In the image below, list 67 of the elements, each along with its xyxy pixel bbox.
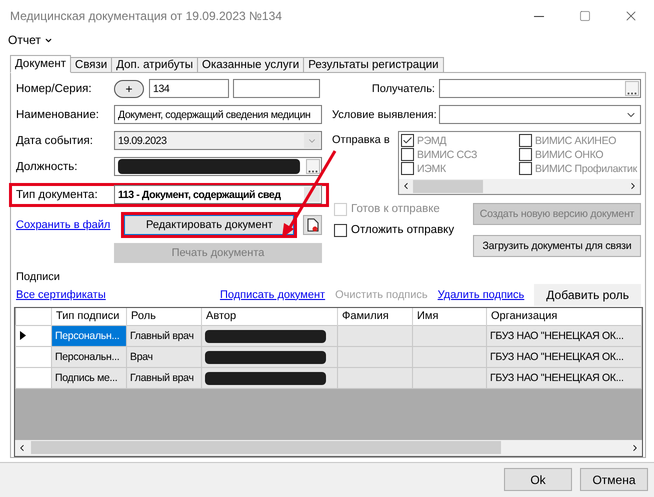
browse-button[interactable]: [625, 81, 639, 96]
dropdown-icon: [304, 133, 320, 148]
checkbox-label: ВИМИС Профилактик: [535, 162, 637, 175]
add-role-button[interactable]: Добавить роль: [534, 284, 641, 306]
column-header[interactable]: Фамилия: [338, 308, 412, 326]
condition-dropdown[interactable]: [439, 105, 641, 124]
add-button[interactable]: +: [114, 80, 144, 98]
tab[interactable]: Оказанные услуги: [197, 56, 304, 73]
table-cell: Подпись ме...: [52, 368, 126, 389]
number-field[interactable]: 134: [149, 79, 229, 98]
certificates-link[interactable]: Все сертификаты: [16, 288, 106, 301]
document-icon[interactable]: [303, 214, 322, 235]
checkbox-label: ВИМИС ССЗ: [417, 148, 478, 161]
table-cell: ГБУЗ НАО "НЕНЕЦКАЯ ОК...: [486, 346, 642, 368]
column-header[interactable]: Организация: [486, 308, 642, 326]
checkbox-label: ВИМИС ОНКО: [535, 148, 604, 161]
row-pointer-icon: [20, 331, 26, 340]
browse-button[interactable]: [306, 159, 320, 174]
series-field[interactable]: [233, 79, 320, 98]
tab[interactable]: Связи: [70, 56, 112, 73]
field-label: Получатель:: [370, 82, 436, 95]
group-title: Подписи: [16, 270, 60, 283]
field-label: Тип документа:: [16, 188, 99, 201]
load-documents-button[interactable]: Загрузить документы для связи: [473, 234, 641, 257]
ellipsis-icon: [627, 92, 637, 96]
column-header[interactable]: Роль: [126, 308, 202, 326]
checkbox-label: ИЭМК: [417, 162, 446, 175]
field-label: Номер/Серия:: [16, 82, 93, 95]
save-link[interactable]: Сохранить в файл: [16, 218, 110, 231]
date-field[interactable]: 19.09.2023: [114, 131, 322, 150]
scrollbar-thumb[interactable]: [31, 441, 501, 454]
field-label: Дата события:: [16, 134, 94, 147]
dialog-button[interactable]: Отмена: [580, 468, 648, 492]
checkbox-label: Готов к отправке: [351, 203, 440, 216]
window-title: Медицинская документация от 19.09.2023 №134: [10, 9, 283, 23]
checkbox-label: Отложить отправку: [351, 224, 454, 236]
tab[interactable]: Документ: [10, 54, 72, 73]
checkbox-label: ВИМИС АКИНЕО: [535, 134, 616, 147]
doc-type-field[interactable]: 113 - Документ, содержащий свед: [114, 185, 322, 204]
column-header[interactable]: Имя: [412, 308, 486, 326]
table-cell: Главный врач: [126, 368, 202, 389]
recipient-field[interactable]: [439, 79, 641, 98]
table-cell: Главный врач: [126, 326, 202, 347]
signature-link[interactable]: Подписать документ: [220, 288, 326, 301]
position-field[interactable]: [114, 157, 322, 176]
dialog-button[interactable]: Ok: [504, 468, 572, 492]
name-field[interactable]: Документ, содержащий сведения медицин: [114, 105, 322, 124]
field-label: Условие выявления:: [332, 108, 438, 121]
menu-item[interactable]: Отчет: [6, 33, 55, 48]
edit-button[interactable]: Редактировать документ: [124, 214, 294, 235]
maximize-icon: [579, 10, 591, 22]
column-header[interactable]: Тип подписи: [52, 308, 126, 326]
table-cell: Персональн...: [52, 326, 126, 347]
table-cell: ГБУЗ НАО "НЕНЕЦКАЯ ОК...: [486, 368, 642, 389]
checkbox[interactable]: [334, 224, 347, 237]
checkbox-label: РЭМД: [417, 134, 446, 147]
field-label: Наименование:: [16, 108, 100, 121]
table-cell: Врач: [126, 346, 202, 368]
field-label: Отправка в: [332, 132, 391, 148]
table-cell: ГБУЗ НАО "НЕНЕЦКАЯ ОК...: [486, 326, 642, 347]
table-cell: Персональн...: [52, 346, 126, 368]
tab[interactable]: Доп. атрибуты: [111, 56, 198, 73]
column-header[interactable]: Автор: [202, 308, 338, 326]
tab[interactable]: Результаты регистрации: [303, 56, 444, 73]
signature-link[interactable]: Удалить подпись: [438, 288, 524, 301]
field-label: Должность:: [16, 160, 78, 173]
ellipsis-icon: [308, 170, 318, 174]
